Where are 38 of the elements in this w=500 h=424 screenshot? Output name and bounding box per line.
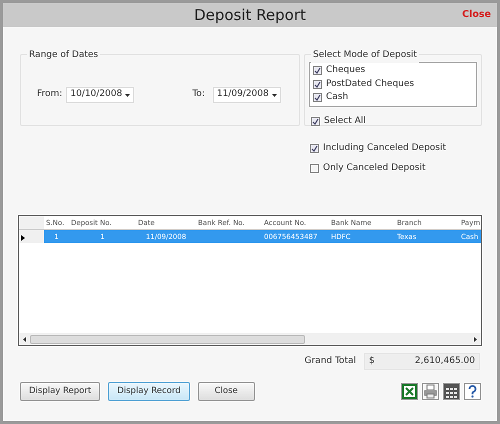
checkbox[interactable] (313, 80, 322, 89)
to-label: To: (192, 88, 205, 102)
spreadsheet-icon[interactable] (401, 382, 418, 400)
date-dropdown[interactable]: 10/10/2008 (66, 87, 134, 103)
grand-total-value: 2,610,465.00 (414, 354, 475, 368)
print-icon[interactable] (422, 382, 439, 400)
grand-total-label: Grand Total (304, 354, 356, 368)
group-legend: Select Mode of Deposit (311, 49, 419, 62)
caret-icon (272, 94, 277, 96)
checkbox-label: PostDated Cheques (326, 78, 414, 90)
checkbox[interactable] (310, 144, 319, 154)
checkbox[interactable] (310, 164, 319, 173)
checkbox-label: Including Canceled Deposit (323, 142, 446, 155)
checkbox-label: Select All (324, 114, 366, 128)
scroll-right-icon[interactable] (474, 336, 477, 342)
action-button[interactable]: Display Record (108, 382, 190, 401)
horizontal-scrollbar[interactable] (19, 333, 481, 345)
checkbox[interactable] (311, 116, 320, 126)
row-header-corner (19, 216, 44, 229)
action-button[interactable]: Close (198, 382, 255, 401)
action-button[interactable]: Display Report (20, 382, 100, 401)
row-indicator-icon (21, 234, 25, 240)
from-label: From: (37, 88, 62, 102)
window-title: Deposit Report (194, 4, 306, 26)
help-icon[interactable] (464, 382, 481, 400)
date-value: 10/10/2008 (70, 88, 122, 102)
checkbox-label: Cheques (326, 64, 366, 77)
grid-icon[interactable] (443, 382, 460, 400)
caret-icon (125, 94, 130, 96)
scroll-left-icon[interactable] (23, 336, 26, 342)
date-value: 11/09/2008 (216, 88, 269, 102)
checkbox-label: Cash (326, 91, 348, 104)
checkbox-label: Only Canceled Deposit (323, 162, 426, 174)
scroll-thumb[interactable] (30, 334, 305, 344)
checkbox[interactable] (313, 66, 322, 76)
checkbox[interactable] (313, 93, 322, 102)
date-dropdown[interactable]: 11/09/2008 (212, 87, 281, 103)
currency-symbol: $ (369, 354, 375, 368)
